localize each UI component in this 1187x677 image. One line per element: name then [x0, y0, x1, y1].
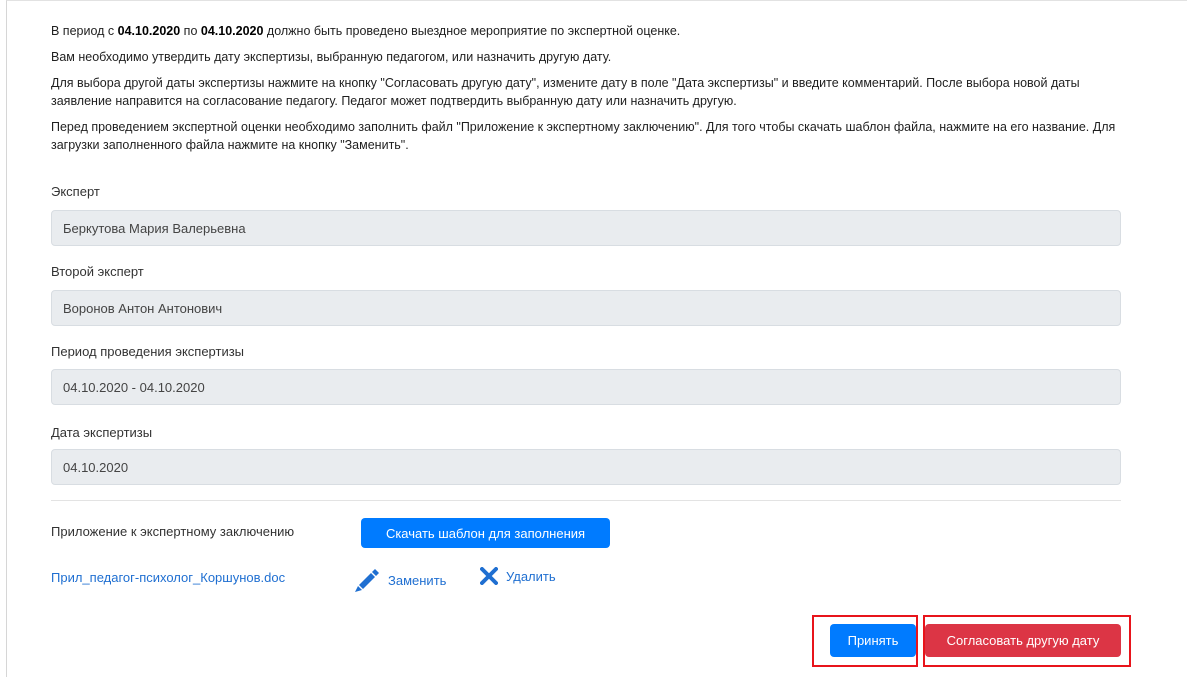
download-template-button[interactable]: Скачать шаблон для заполнения — [361, 518, 610, 548]
delete-label: Удалить — [506, 568, 556, 584]
intro-text: В период с — [51, 24, 118, 38]
replace-label: Заменить — [388, 572, 447, 588]
date-to: 04.10.2020 — [200, 24, 264, 38]
intro-text: должно быть проведено выездное мероприят… — [263, 24, 681, 38]
divider — [51, 500, 1121, 501]
close-icon — [480, 567, 498, 585]
highlight-frame — [923, 615, 1131, 667]
intro-other-date-text: Для выбора другой даты экспертизы нажмит… — [51, 76, 1080, 108]
second-expert-label: Второй эксперт — [51, 264, 144, 279]
intro-text: по — [180, 24, 201, 38]
date-from: 04.10.2020 — [117, 24, 181, 38]
second-expert-field[interactable] — [51, 290, 1121, 326]
intro-period-text: В период с 04.10.2020 по 04.10.2020 долж… — [51, 22, 1141, 40]
period-field[interactable] — [51, 369, 1121, 405]
delete-button[interactable]: Удалить — [480, 567, 556, 585]
replace-button[interactable]: Заменить — [352, 567, 446, 593]
instructions: В период с 04.10.2020 по 04.10.2020 долж… — [51, 22, 1141, 154]
intro-approve-text: Вам необходимо утвердить дату экспертизы… — [51, 50, 612, 64]
intro-attachment-text: Перед проведением экспертной оценки необ… — [51, 120, 1116, 152]
attachment-file-link[interactable]: Прил_педагог-психолог_Коршунов.doc — [51, 570, 285, 585]
pencil-icon — [355, 569, 379, 592]
period-label: Период проведения экспертизы — [51, 344, 245, 359]
expertise-date-field[interactable] — [51, 449, 1121, 485]
highlight-frame — [812, 615, 918, 667]
expert-label: Эксперт — [51, 184, 100, 199]
attachment-label: Приложение к экспертному заключению — [51, 524, 295, 539]
expertise-date-label: Дата экспертизы — [51, 425, 153, 440]
expert-field[interactable] — [51, 210, 1121, 246]
